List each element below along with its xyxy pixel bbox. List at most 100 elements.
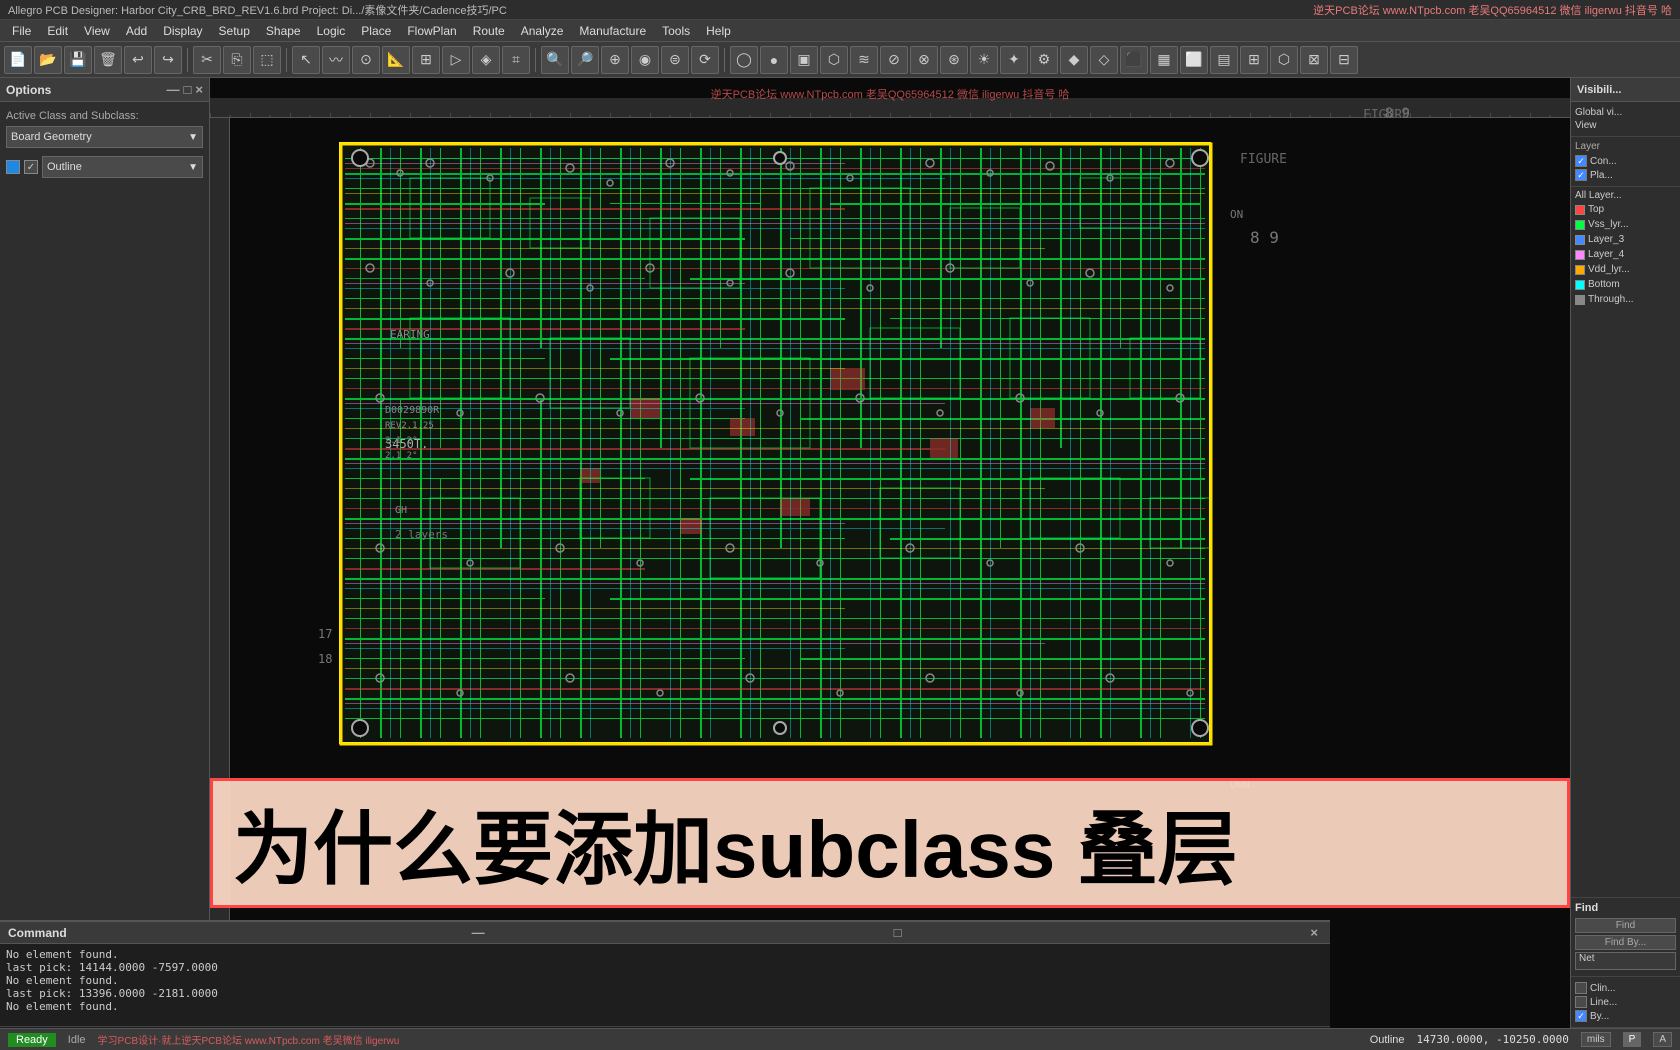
layer-section-title: Layer bbox=[1575, 141, 1676, 152]
options-minimize[interactable]: — bbox=[167, 82, 180, 97]
menu-file[interactable]: File bbox=[4, 22, 39, 40]
tool-28[interactable]: ▤ bbox=[1210, 46, 1238, 74]
tool-14[interactable]: ▣ bbox=[790, 46, 818, 74]
redo-button[interactable]: ↪ bbox=[154, 46, 182, 74]
command-minimize[interactable]: — bbox=[472, 925, 485, 940]
copy-button[interactable]: ⎘ bbox=[223, 46, 251, 74]
status-p-button[interactable]: P bbox=[1623, 1032, 1642, 1047]
menu-tools[interactable]: Tools bbox=[654, 22, 698, 40]
tool-29[interactable]: ⊞ bbox=[1240, 46, 1268, 74]
menu-help[interactable]: Help bbox=[698, 22, 739, 40]
layer-4: Layer_4 bbox=[1575, 247, 1676, 262]
command-header: Command — □ × bbox=[0, 922, 1330, 944]
by-checkbox[interactable] bbox=[1575, 1010, 1587, 1022]
title-bar: Allegro PCB Designer: Harbor City_CRB_BR… bbox=[0, 0, 1680, 20]
new-button[interactable]: 📄 bbox=[4, 46, 32, 74]
save-button[interactable]: 💾 bbox=[64, 46, 92, 74]
delete-button[interactable]: 🗑 bbox=[94, 46, 122, 74]
undo-button[interactable]: ↩ bbox=[124, 46, 152, 74]
status-ready: Ready bbox=[8, 1033, 56, 1047]
layer-pla-item[interactable]: Pla... bbox=[1575, 168, 1676, 182]
layer-con-label: Con... bbox=[1590, 156, 1617, 167]
tool-25[interactable]: ⬛ bbox=[1120, 46, 1148, 74]
overlay-banner: 为什么要添加subclass 叠层 bbox=[210, 778, 1570, 908]
open-button[interactable]: 📂 bbox=[34, 46, 62, 74]
tool-20[interactable]: ☀ bbox=[970, 46, 998, 74]
subclass-dropdown[interactable]: Outline ▼ bbox=[42, 156, 203, 178]
find-net-input[interactable]: Net bbox=[1575, 952, 1676, 970]
find-button[interactable]: Find bbox=[1575, 918, 1676, 933]
command-close[interactable]: × bbox=[1310, 925, 1318, 940]
tool-11[interactable]: ⟳ bbox=[691, 46, 719, 74]
layer-con-checkbox[interactable] bbox=[1575, 155, 1587, 167]
cut-button[interactable]: ✂ bbox=[193, 46, 221, 74]
tool-22[interactable]: ⚙ bbox=[1030, 46, 1058, 74]
tool-13[interactable]: ● bbox=[760, 46, 788, 74]
svg-text:3450T.: 3450T. bbox=[385, 437, 428, 451]
tool-12[interactable]: ◯ bbox=[730, 46, 758, 74]
tool-5[interactable]: ⊞ bbox=[412, 46, 440, 74]
menu-bar: File Edit View Add Display Setup Shape L… bbox=[0, 20, 1680, 42]
menu-analyze[interactable]: Analyze bbox=[513, 22, 572, 40]
layer-through: Through... bbox=[1575, 292, 1676, 307]
menu-setup[interactable]: Setup bbox=[211, 22, 258, 40]
tool-7[interactable]: ◈ bbox=[472, 46, 500, 74]
tool-8[interactable]: ⌗ bbox=[502, 46, 530, 74]
pcb-canvas-area[interactable]: 逆天PCB论坛 www.NTpcb.com 老吴QQ65964512 微信 il… bbox=[210, 78, 1570, 1028]
tool-18[interactable]: ⊗ bbox=[910, 46, 938, 74]
menu-view[interactable]: View bbox=[76, 22, 118, 40]
zoom-fit-button[interactable]: ⊕ bbox=[601, 46, 629, 74]
tool-9[interactable]: ◉ bbox=[631, 46, 659, 74]
find-by-button[interactable]: Find By... bbox=[1575, 935, 1676, 950]
tool-32[interactable]: ⊟ bbox=[1330, 46, 1358, 74]
status-mils-button[interactable]: mils bbox=[1581, 1032, 1611, 1047]
clin-checkbox[interactable] bbox=[1575, 982, 1587, 994]
tool-21[interactable]: ✦ bbox=[1000, 46, 1028, 74]
svg-text:18: 18 bbox=[318, 652, 332, 666]
menu-manufacture[interactable]: Manufacture bbox=[571, 22, 654, 40]
subclass-checkbox[interactable]: ✓ bbox=[24, 160, 38, 174]
measure-button[interactable]: 📐 bbox=[382, 46, 410, 74]
tool-30[interactable]: ⬡ bbox=[1270, 46, 1298, 74]
layer-pla-checkbox[interactable] bbox=[1575, 169, 1587, 181]
menu-flowplan[interactable]: FlowPlan bbox=[399, 22, 464, 40]
tool-15[interactable]: ⬡ bbox=[820, 46, 848, 74]
menu-add[interactable]: Add bbox=[118, 22, 155, 40]
route-button[interactable]: 〰 bbox=[322, 46, 350, 74]
tool-6[interactable]: ▷ bbox=[442, 46, 470, 74]
menu-place[interactable]: Place bbox=[353, 22, 399, 40]
clin-item[interactable]: Clin... bbox=[1575, 981, 1676, 995]
menu-edit[interactable]: Edit bbox=[39, 22, 76, 40]
select-button[interactable]: ↖ bbox=[292, 46, 320, 74]
all-layers-item: All Layer... bbox=[1575, 189, 1676, 202]
zoom-out-button[interactable]: 🔎 bbox=[571, 46, 599, 74]
paste-button[interactable]: ⬚ bbox=[253, 46, 281, 74]
menu-shape[interactable]: Shape bbox=[258, 22, 309, 40]
tool-10[interactable]: ⊜ bbox=[661, 46, 689, 74]
zoom-in-button[interactable]: 🔍 bbox=[541, 46, 569, 74]
layer-vdd-color bbox=[1575, 265, 1585, 275]
menu-display[interactable]: Display bbox=[155, 22, 210, 40]
layer-con-item[interactable]: Con... bbox=[1575, 154, 1676, 168]
tool-31[interactable]: ⊠ bbox=[1300, 46, 1328, 74]
class-dropdown[interactable]: Board Geometry ▼ bbox=[6, 126, 203, 148]
layer-list: All Layer... Top Vss_lyr... Layer_3 Laye… bbox=[1571, 187, 1680, 309]
tool-26[interactable]: ▦ bbox=[1150, 46, 1178, 74]
options-float[interactable]: □ bbox=[184, 82, 192, 97]
via-button[interactable]: ⊙ bbox=[352, 46, 380, 74]
tool-23[interactable]: ◆ bbox=[1060, 46, 1088, 74]
options-close[interactable]: × bbox=[195, 82, 203, 97]
layer-through-color bbox=[1575, 295, 1585, 305]
by-item[interactable]: By... bbox=[1575, 1009, 1676, 1023]
tool-24[interactable]: ◇ bbox=[1090, 46, 1118, 74]
line-checkbox[interactable] bbox=[1575, 996, 1587, 1008]
tool-17[interactable]: ⊘ bbox=[880, 46, 908, 74]
command-restore[interactable]: □ bbox=[894, 925, 902, 940]
tool-19[interactable]: ⊛ bbox=[940, 46, 968, 74]
line-item[interactable]: Line... bbox=[1575, 995, 1676, 1009]
status-a-button[interactable]: A bbox=[1653, 1032, 1672, 1047]
tool-27[interactable]: ⬜ bbox=[1180, 46, 1208, 74]
tool-16[interactable]: ≋ bbox=[850, 46, 878, 74]
menu-route[interactable]: Route bbox=[465, 22, 513, 40]
menu-logic[interactable]: Logic bbox=[309, 22, 354, 40]
